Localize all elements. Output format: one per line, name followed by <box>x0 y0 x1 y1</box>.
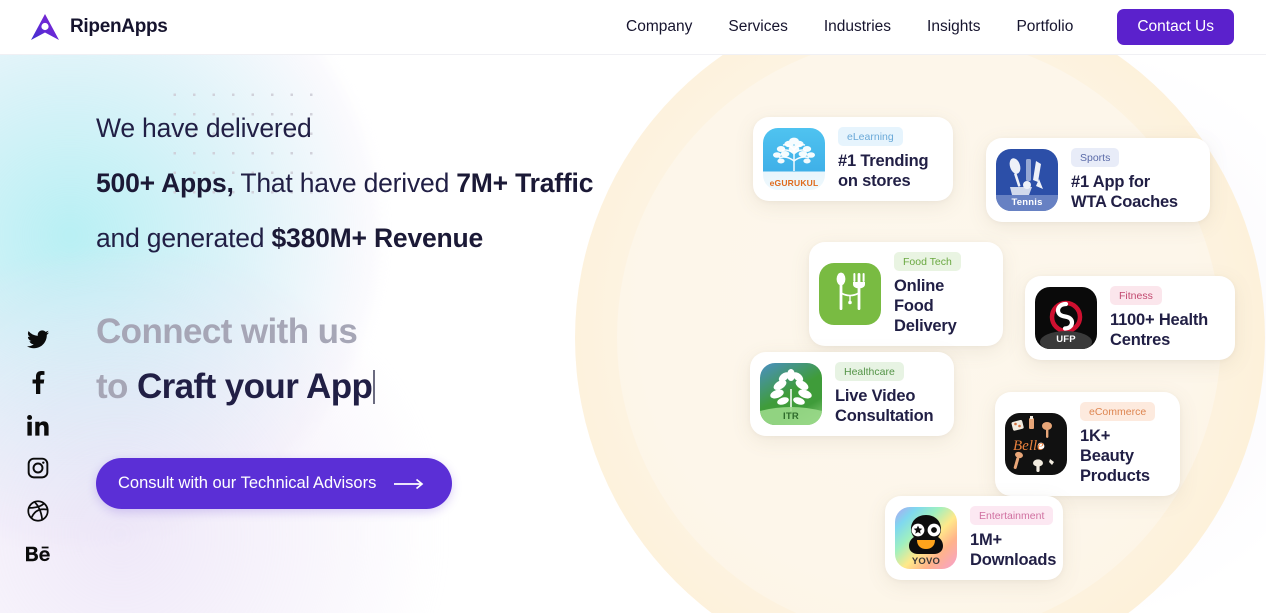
card-tag-elearning: eLearning <box>838 127 903 146</box>
nav-item-services[interactable]: Services <box>710 18 805 36</box>
ufp-icon-label: UFP <box>1035 334 1097 345</box>
arrow-right-icon <box>394 478 424 490</box>
card-title-egurukul: #1 Trending on stores <box>838 151 931 191</box>
typing-caret <box>373 370 375 404</box>
headline-line-3: and generated $380M+ Revenue <box>96 211 676 266</box>
linkedin-icon[interactable] <box>26 413 50 437</box>
stat-traffic: 7M+ Traffic <box>456 168 593 198</box>
tennis-icon-label: Tennis <box>996 197 1058 208</box>
hero-section: We have delivered 500+ Apps, That have d… <box>0 55 1266 613</box>
nav-item-industries[interactable]: Industries <box>806 18 909 36</box>
app-card-egurukul[interactable]: eGURUKUL eLearning #1 Trending on stores <box>753 117 953 201</box>
card-title-itr: Live Video Consultation <box>835 386 933 426</box>
itr-app-icon: ITR <box>760 363 822 425</box>
egurukul-icon-label: eGURUKUL <box>763 178 825 188</box>
hero-headline: We have delivered 500+ Apps, That have d… <box>96 101 676 266</box>
ufp-app-icon: UFP <box>1035 287 1097 349</box>
typed-line-1: Connect with us <box>96 304 676 359</box>
yovo-icon-label: YOVO <box>895 556 957 567</box>
yovo-app-icon: YOVO <box>895 507 957 569</box>
tennis-app-icon: Tennis <box>996 149 1058 211</box>
headline-line-1: We have delivered <box>96 101 676 156</box>
stat-revenue: $380M+ Revenue <box>272 223 484 253</box>
app-card-food-delivery[interactable]: Food Tech Online Food Delivery <box>809 242 1003 346</box>
belle-app-icon: Belle <box>1005 413 1067 475</box>
hero-typing-headline: Connect with us to Craft your App <box>96 304 676 414</box>
app-card-belle[interactable]: Belle eCommerce 1K+ Beauty Products <box>995 392 1180 496</box>
card-title-food-delivery: Online Food Delivery <box>894 276 981 336</box>
app-card-tennis[interactable]: Tennis Sports #1 App for WTA Coaches <box>986 138 1210 222</box>
site-header: RipenApps Company Services Industries In… <box>0 0 1266 55</box>
egurukul-app-icon: eGURUKUL <box>763 128 825 190</box>
typed-line-2: to Craft your App <box>96 359 676 414</box>
consult-advisors-label: Consult with our Technical Advisors <box>118 474 376 493</box>
ripenapps-arrow-logo-icon <box>30 13 60 41</box>
contact-us-button[interactable]: Contact Us <box>1117 9 1234 45</box>
behance-icon[interactable] <box>26 542 50 566</box>
card-tag-food-tech: Food Tech <box>894 252 961 271</box>
card-tag-ecommerce: eCommerce <box>1080 402 1155 421</box>
card-title-ufp: 1100+ Health Centres <box>1110 310 1213 350</box>
consult-advisors-button[interactable]: Consult with our Technical Advisors <box>96 458 452 509</box>
food-delivery-app-icon <box>819 263 881 325</box>
itr-icon-label: ITR <box>760 411 822 422</box>
nav-item-portfolio[interactable]: Portfolio <box>998 18 1091 36</box>
card-title-yovo: 1M+ Downloads <box>970 530 1056 570</box>
headline-line-2: 500+ Apps, That have derived 7M+ Traffic <box>96 156 676 211</box>
typed-line-2-target: Craft your App <box>137 367 372 406</box>
social-rail <box>26 327 50 566</box>
card-tag-entertainment: Entertainment <box>970 506 1053 525</box>
card-tag-fitness: Fitness <box>1110 286 1162 305</box>
hero-content: We have delivered 500+ Apps, That have d… <box>96 101 676 509</box>
app-card-yovo[interactable]: YOVO Entertainment 1M+ Downloads <box>885 496 1063 580</box>
card-tag-healthcare: Healthcare <box>835 362 904 381</box>
card-title-belle: 1K+ Beauty Products <box>1080 426 1158 486</box>
nav-item-insights[interactable]: Insights <box>909 18 998 36</box>
brand-logo[interactable]: RipenApps <box>30 13 168 41</box>
twitter-icon[interactable] <box>26 327 50 351</box>
app-card-itr[interactable]: ITR Healthcare Live Video Consultation <box>750 352 954 436</box>
stat-apps: 500+ Apps, <box>96 168 234 198</box>
app-card-ufp[interactable]: UFP Fitness 1100+ Health Centres <box>1025 276 1235 360</box>
card-title-tennis: #1 App for WTA Coaches <box>1071 172 1188 212</box>
instagram-icon[interactable] <box>26 456 50 480</box>
brand-name: RipenApps <box>70 16 168 38</box>
dribbble-icon[interactable] <box>26 499 50 523</box>
facebook-icon[interactable] <box>26 370 50 394</box>
headline-line-3-pre: and generated <box>96 223 272 253</box>
nav-item-company[interactable]: Company <box>608 18 710 36</box>
main-nav: Company Services Industries Insights Por… <box>608 9 1234 45</box>
svg-text:Belle: Belle <box>1013 438 1044 454</box>
card-tag-sports: Sports <box>1071 148 1119 167</box>
typed-line-2-prefix: to <box>96 367 137 406</box>
headline-line-2-mid: That have derived <box>234 168 457 198</box>
